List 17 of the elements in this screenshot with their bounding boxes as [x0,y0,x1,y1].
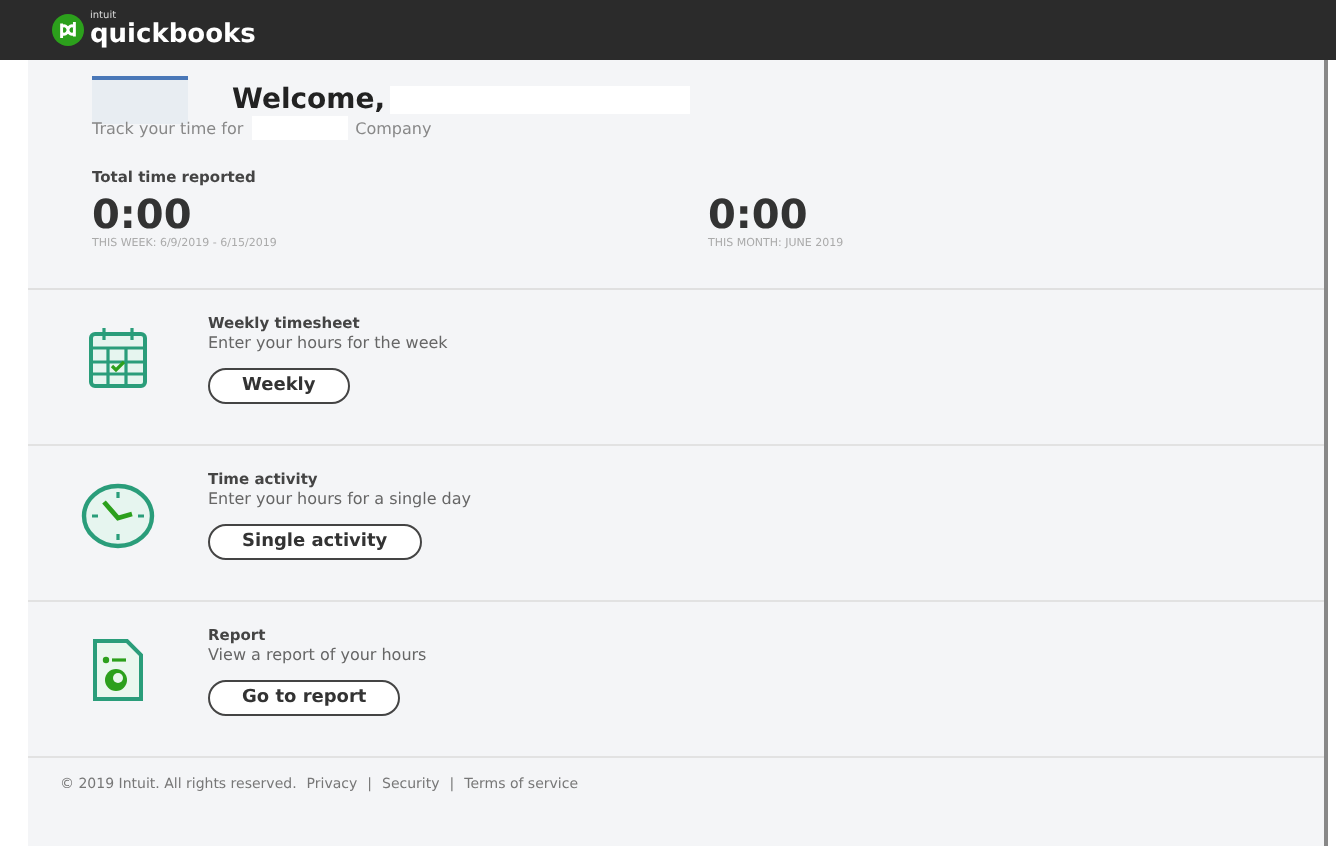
company-label: Company [355,119,432,137]
logo-text: quickbooks [90,22,256,48]
welcome-title: Welcome, [232,84,386,116]
calendar-icon [88,326,148,390]
logo-icon [52,14,84,46]
welcome-subtitle: Track your time for [92,119,244,137]
action-description: View a report of your hours [208,646,427,664]
time-total: 0:00 [92,190,192,238]
time-total: 0:00 [708,190,810,238]
report-icon [92,638,144,702]
action-button[interactable]: Go to report [208,680,401,716]
action-description: Enter your hours for a single day [208,490,472,508]
action-button[interactable]: Weekly [208,368,350,404]
company-thumbnail [92,76,188,124]
action-description: Enter your hours for the week [208,334,448,352]
clock-icon [80,482,156,550]
action-button[interactable]: Single activity [208,524,422,560]
